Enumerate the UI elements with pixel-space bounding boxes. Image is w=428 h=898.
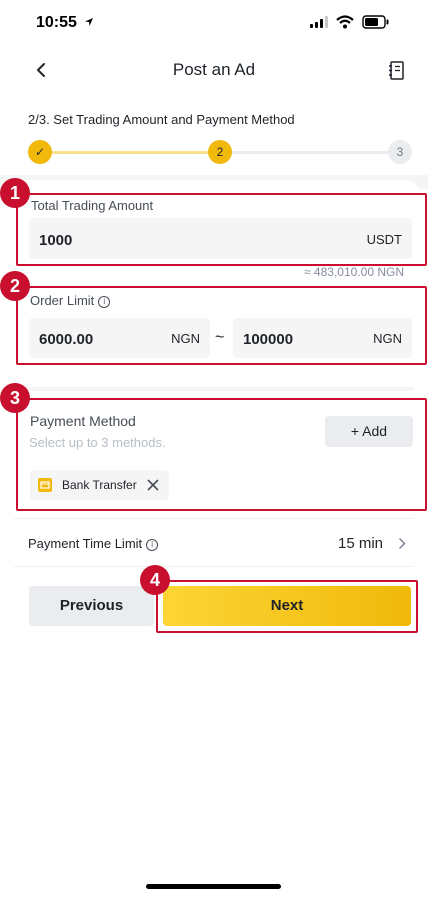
step-3-pending: 3 (388, 140, 412, 164)
order-limit-min-value: 6000.00 (39, 331, 94, 348)
chevron-right-icon[interactable] (398, 537, 406, 550)
section-divider (14, 387, 414, 391)
order-limit-label-text: Order Limit (30, 293, 95, 308)
payment-time-limit-label: Payment Time Limit (28, 536, 143, 551)
remove-chip-icon[interactable] (146, 478, 160, 492)
location-arrow-icon (85, 18, 93, 26)
status-time: 10:55 (36, 14, 77, 31)
order-limit-separator: ~ (215, 329, 225, 346)
info-icon[interactable]: i (146, 539, 159, 551)
home-indicator[interactable] (146, 884, 281, 889)
footer-divider (14, 566, 414, 567)
annotation-badge-2: 2 (0, 271, 30, 301)
step-2-current: 2 (208, 140, 232, 164)
section-divider (14, 518, 414, 519)
payment-chip[interactable]: Bank Transfer (30, 470, 169, 500)
annotation-badge-4: 4 (140, 565, 170, 595)
order-limit-min-input[interactable]: 6000.00 NGN (29, 318, 210, 358)
order-limit-max-input[interactable]: 100000 NGN (233, 318, 412, 358)
order-limit-max-value: 100000 (243, 331, 294, 348)
status-bar: 10:55 (0, 0, 428, 48)
trading-amount-approx: ≈ 483,010.00 NGN (304, 265, 404, 279)
progress-bar-remaining (232, 151, 390, 154)
annotation-badge-3: 3 (0, 383, 30, 413)
page-title: Post an Ad (172, 60, 256, 79)
next-button[interactable]: Next (163, 586, 411, 626)
step-1-done: ✓ (28, 140, 52, 164)
trading-amount-unit: USDT (366, 232, 402, 247)
payment-chip-label: Bank Transfer (62, 478, 137, 492)
trading-amount-label: Total Trading Amount (31, 198, 154, 213)
trading-amount-input[interactable]: 1000 USDT (29, 218, 412, 259)
order-limit-min-unit: NGN (171, 331, 200, 346)
trading-amount-value: 1000 (39, 232, 73, 249)
info-icon[interactable]: i (98, 296, 111, 308)
notebook-icon[interactable] (389, 61, 405, 80)
previous-button[interactable]: Previous (29, 586, 154, 626)
payment-method-label: Payment Method (30, 413, 136, 429)
payment-time-limit-value[interactable]: 15 min (338, 535, 383, 552)
payment-method-hint: Select up to 3 methods. (29, 435, 166, 450)
progress-bar-done (50, 151, 210, 154)
order-limit-label: Order Limit i (30, 293, 111, 308)
cellular-signal-icon (310, 16, 330, 28)
annotation-badge-1: 1 (0, 178, 30, 208)
order-limit-max-unit: NGN (373, 331, 402, 346)
battery-icon (362, 15, 389, 29)
step-title: 2/3. Set Trading Amount and Payment Meth… (28, 112, 295, 127)
payment-time-limit-row[interactable]: Payment Time Limit i (28, 536, 159, 551)
add-payment-button[interactable]: + Add (325, 416, 413, 447)
nav-bar: Post an Ad (0, 50, 428, 90)
wifi-icon (336, 15, 354, 29)
bank-card-icon (38, 478, 52, 492)
